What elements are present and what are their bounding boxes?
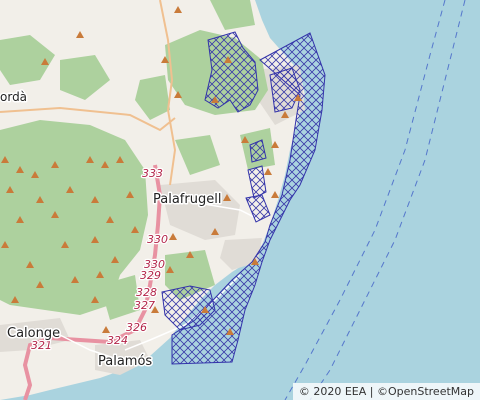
road-marker: 329: [140, 269, 161, 282]
attribution-osm-link[interactable]: OpenStreetMap: [388, 385, 474, 398]
map-view[interactable]: 333 330 330 329 328 327 326 324 321 Pala…: [0, 0, 480, 400]
place-label-calonge[interactable]: Calonge: [6, 325, 62, 343]
place-label-palafrugell[interactable]: Palafrugell: [152, 191, 223, 209]
road-marker: 326: [126, 321, 147, 334]
attribution: © 2020 EEA | ©OpenStreetMap: [292, 383, 480, 400]
attribution-separator: |: [369, 385, 374, 398]
place-label-palamos[interactable]: Palamós: [97, 353, 154, 371]
map-canvas[interactable]: 333 330 330 329 328 327 326 324 321 Pala…: [0, 0, 480, 400]
road-marker: 333: [142, 167, 163, 180]
road-marker: 328: [136, 286, 157, 299]
road-marker: 324: [107, 334, 128, 347]
road-marker: 330: [147, 233, 168, 246]
copyright-symbol: ©: [376, 385, 388, 398]
copyright-symbol: ©: [298, 385, 310, 398]
attribution-eea[interactable]: 2020 EEA: [313, 385, 366, 398]
road-marker: 327: [134, 299, 155, 312]
place-label-partial[interactable]: ordà: [0, 89, 29, 106]
